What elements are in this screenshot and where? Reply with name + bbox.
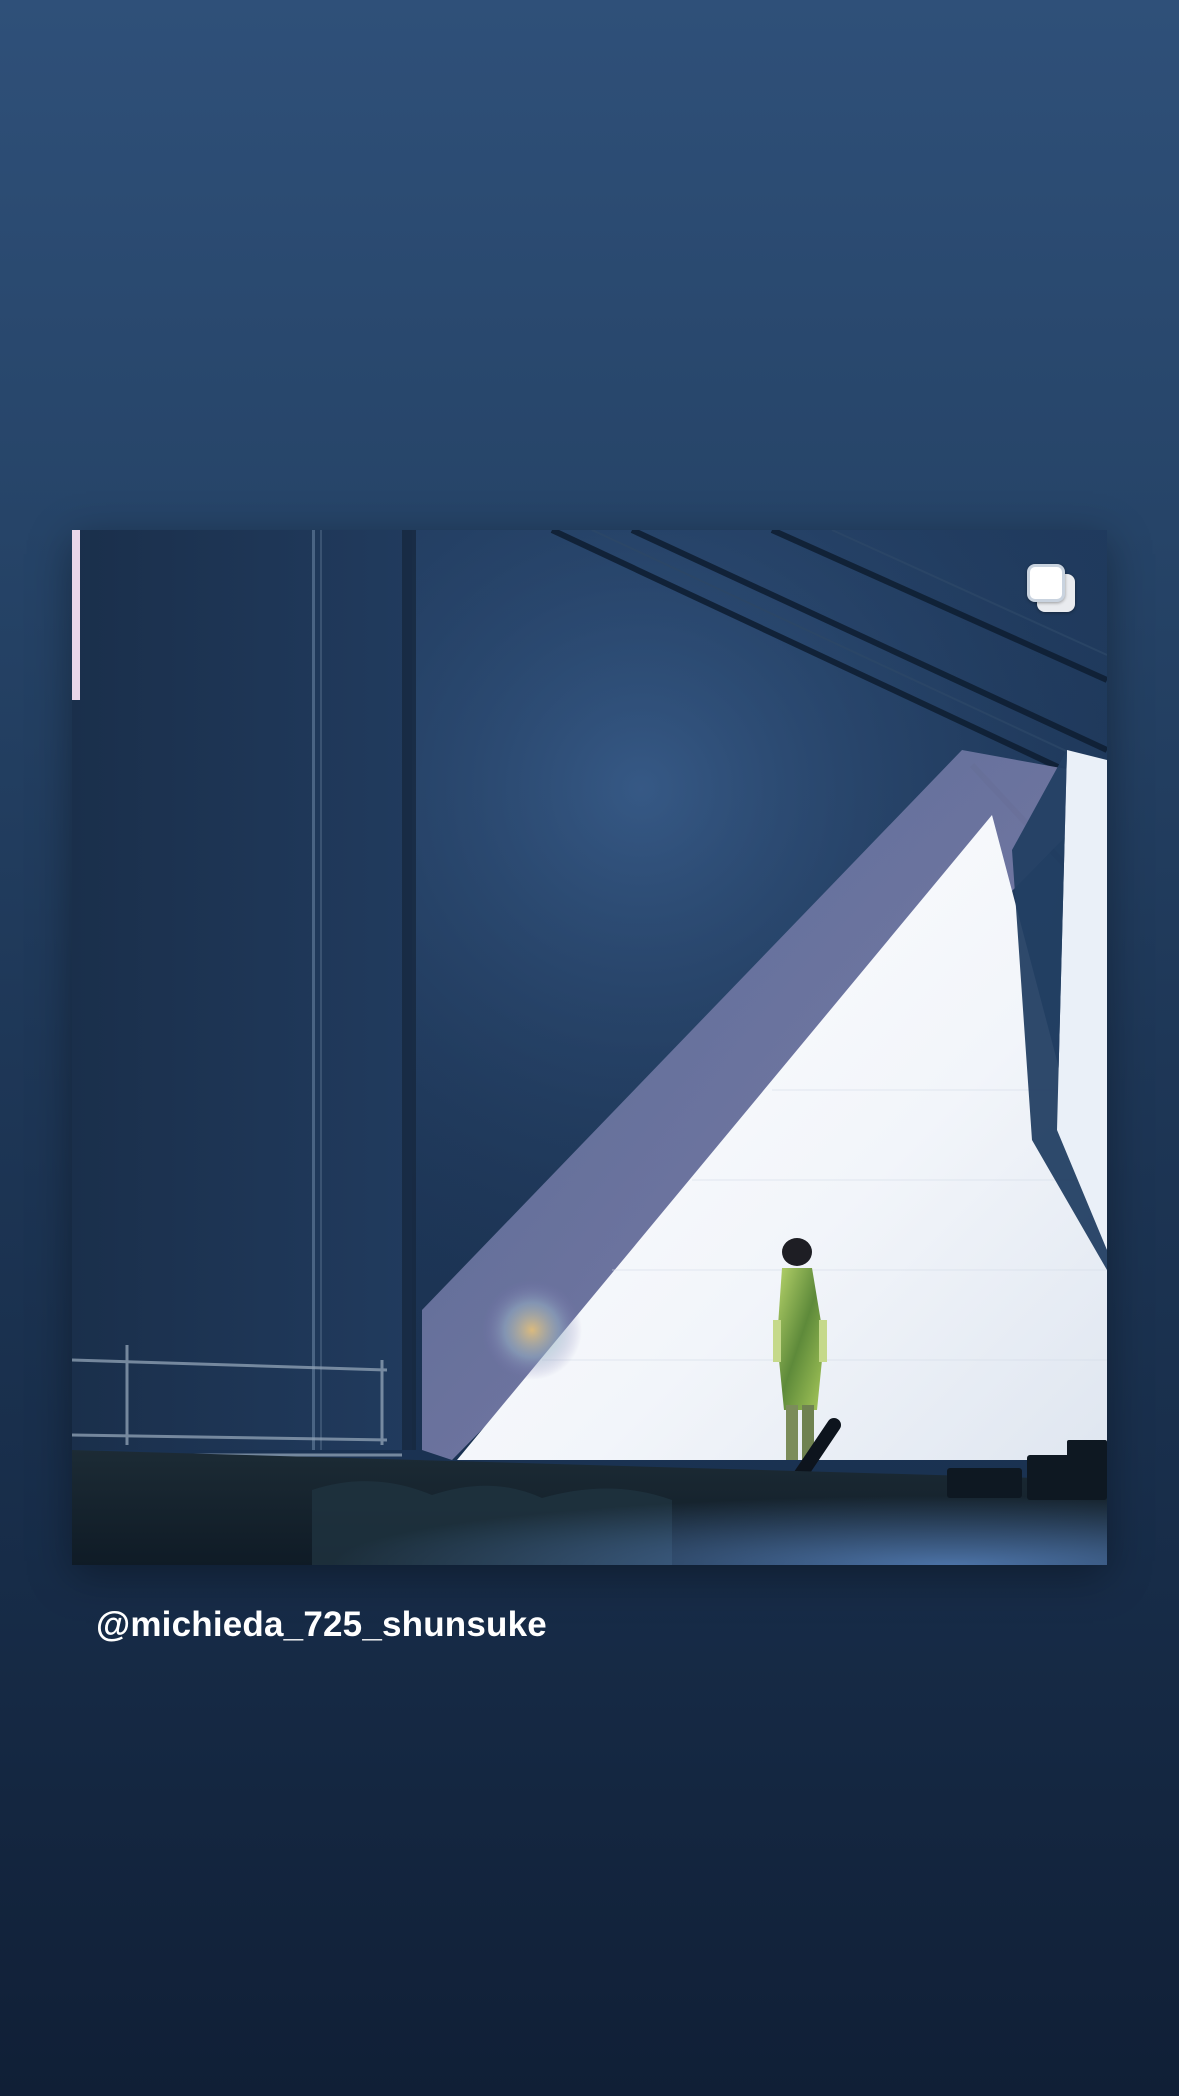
shared-post-card[interactable] xyxy=(72,530,1107,1565)
concert-stage-photo xyxy=(72,530,1107,1565)
carousel-front-square xyxy=(1027,564,1065,602)
carousel-multiple-icon xyxy=(1027,564,1077,614)
post-author-username[interactable]: @michieda_725_shunsuke xyxy=(96,1605,547,1645)
